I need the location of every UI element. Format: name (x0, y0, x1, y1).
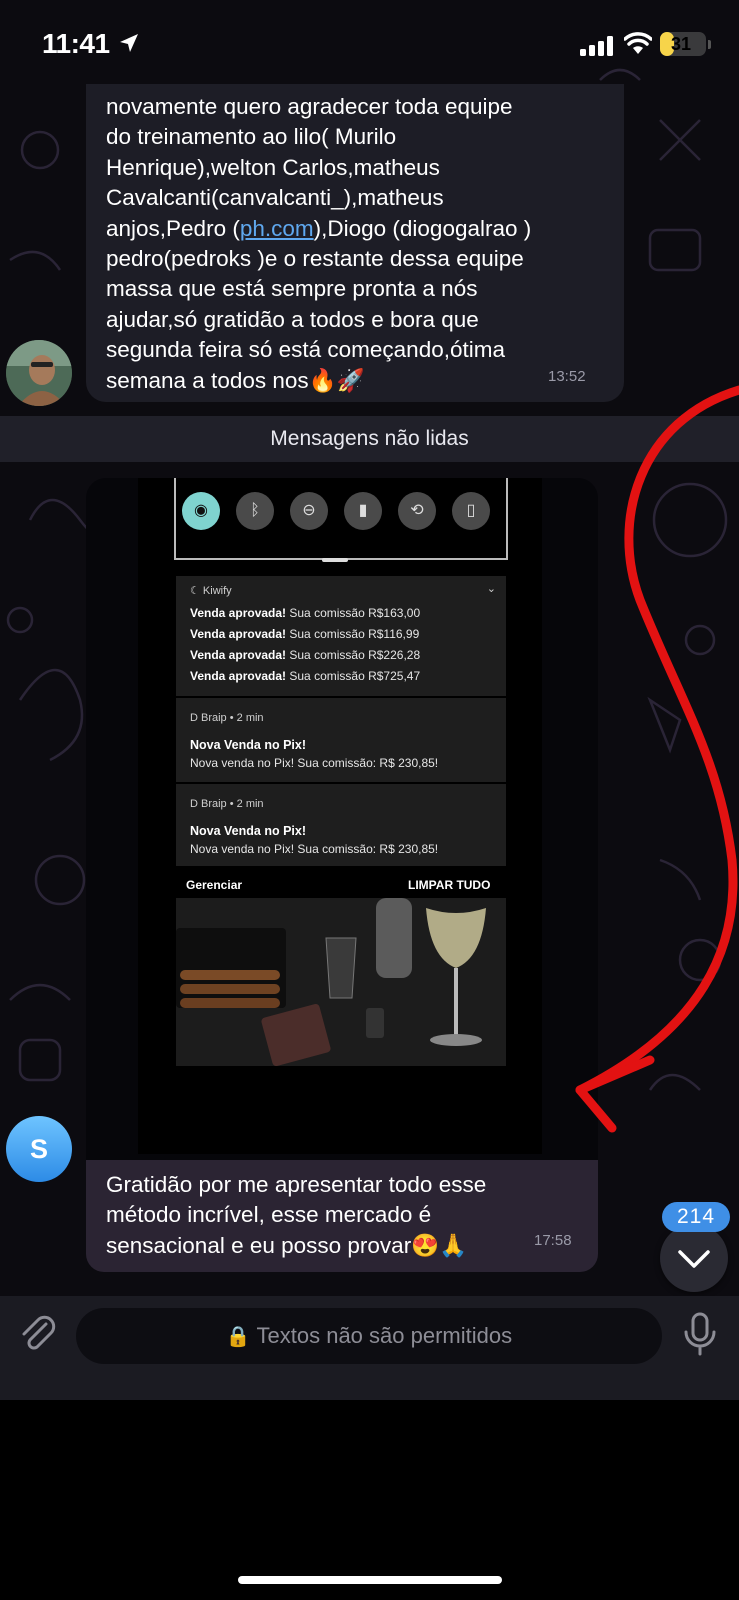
table-photo (176, 898, 506, 1066)
message-bubble-caption[interactable]: Gratidão por me apresentar todo esse mét… (86, 1160, 598, 1272)
quick-settings-row: ◉ ᛒ ⊖ ▮ ⟲ ▯ (138, 486, 542, 538)
frame-edge-left (174, 478, 176, 558)
screenshot-image[interactable]: ◉ ᛒ ⊖ ▮ ⟲ ▯ ☾ Kiwify ⌄ Venda aprovada! S… (86, 478, 598, 1160)
battery-indicator: 31 (660, 32, 706, 56)
braip-notification: D Braip • 2 min Nova Venda no Pix! Nova … (176, 784, 506, 866)
flashlight-icon: ▮ (344, 492, 382, 530)
location-arrow-icon (120, 34, 138, 52)
braip-app-name: D Braip • 2 min (190, 712, 264, 724)
message-bubble[interactable]: novamente quero agradecer toda equipe do… (86, 84, 624, 402)
auto-rotate-icon: ⟲ (398, 492, 436, 530)
message-time: 17:58 (534, 1232, 572, 1249)
clock: 11:41 (42, 28, 110, 59)
braip-app-name: D Braip • 2 min (190, 798, 264, 810)
message-link[interactable]: ph.com (240, 216, 314, 241)
frame-edge-right (506, 478, 508, 558)
caption-text: Gratidão por me apresentar todo esse mét… (106, 1172, 487, 1258)
clear-all-label: LIMPAR TUDO (408, 878, 491, 892)
wifi-icon (624, 32, 652, 54)
lock-icon: 🔒 (225, 1326, 251, 1348)
avatar-photo (6, 340, 72, 406)
battery-tip (708, 40, 711, 49)
kiwify-app-name: ☾ Kiwify (190, 585, 232, 597)
status-bar: 11:41 31 (0, 0, 739, 86)
drag-handle (322, 558, 348, 562)
kiwify-line: Venda aprovada! Sua comissão R$226,28 (190, 648, 421, 662)
braip-title: Nova Venda no Pix! (190, 824, 307, 838)
home-indicator (238, 1576, 502, 1584)
microphone-icon[interactable] (682, 1312, 718, 1358)
scroll-to-bottom-button[interactable] (660, 1224, 728, 1292)
message-text: novamente quero agradecer toda equipe do… (106, 94, 532, 393)
kiwify-line: Venda aprovada! Sua comissão R$116,99 (190, 627, 420, 641)
input-placeholder: Textos não são permitidos (256, 1323, 513, 1348)
sender-avatar[interactable] (6, 340, 72, 406)
braip-title: Nova Venda no Pix! (190, 738, 307, 752)
kiwify-line: Venda aprovada! Sua comissão R$725,47 (190, 669, 421, 683)
braip-notification: D Braip • 2 min Nova Venda no Pix! Nova … (176, 698, 506, 782)
chevron-down-icon (678, 1250, 710, 1268)
wifi-toggle-icon: ◉ (182, 492, 220, 530)
unread-count-badge: 214 (662, 1202, 730, 1232)
do-not-disturb-icon: ⊖ (290, 492, 328, 530)
bluetooth-toggle-icon: ᛒ (236, 492, 274, 530)
cellular-signal-icon (580, 36, 613, 56)
braip-body: Nova venda no Pix! Sua comissão: R$ 230,… (190, 756, 439, 770)
kiwify-notification: ☾ Kiwify ⌄ Venda aprovada! Sua comissão … (176, 576, 506, 696)
kiwify-line: Venda aprovada! Sua comissão R$163,00 (190, 606, 421, 620)
battery-percentage: 31 (670, 34, 692, 54)
message-time: 13:52 (548, 368, 586, 385)
paperclip-icon[interactable] (16, 1312, 58, 1354)
braip-body: Nova venda no Pix! Sua comissão: R$ 230,… (190, 842, 439, 856)
sender-avatar-letter[interactable]: S (6, 1116, 72, 1182)
unread-messages-separator: Mensagens não lidas (0, 416, 739, 462)
expand-chevron-icon: ⌄ (486, 583, 496, 595)
background-photo (176, 898, 506, 1066)
phone-notification-screenshot: ◉ ᛒ ⊖ ▮ ⟲ ▯ ☾ Kiwify ⌄ Venda aprovada! S… (138, 478, 542, 1154)
manage-label: Gerenciar (186, 878, 243, 892)
battery-saver-icon: ▯ (452, 492, 490, 530)
message-input[interactable]: 🔒 Textos não são permitidos (76, 1308, 662, 1364)
